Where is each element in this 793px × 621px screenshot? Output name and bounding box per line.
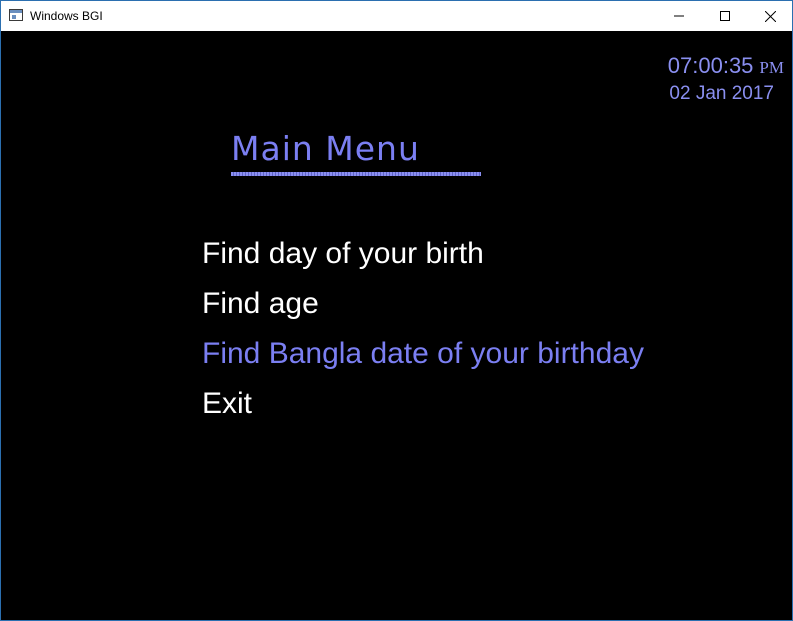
canvas-area: 07:00:35 PM 02 Jan 2017 Main Menu Find da… [1, 31, 792, 620]
clock: 07:00:35 PM [668, 53, 784, 79]
bgi-window: Windows BGI 07:00:35 PM 02 Jan 2017 Main … [0, 0, 793, 621]
clock-time: 07:00:35 [667, 53, 754, 78]
maximize-icon [720, 11, 730, 21]
main-menu-list: Find day of your birth Find age Find Ban… [202, 229, 644, 429]
title-underline [231, 172, 481, 176]
maximize-button[interactable] [702, 1, 748, 31]
clock-ampm: PM [759, 58, 784, 77]
minimize-icon [674, 15, 684, 17]
close-icon [764, 10, 776, 22]
window-title: Windows BGI [30, 9, 103, 23]
app-window-icon [9, 9, 23, 21]
minimize-button[interactable] [656, 1, 702, 31]
menu-item-find-bangla-date[interactable]: Find Bangla date of your birthday [202, 329, 644, 379]
clock-date: 02 Jan 2017 [669, 83, 774, 104]
menu-item-exit[interactable]: Exit [202, 379, 644, 429]
menu-item-find-day-of-birth[interactable]: Find day of your birth [202, 229, 644, 279]
title-bar[interactable]: Windows BGI [1, 1, 792, 31]
close-button[interactable] [747, 1, 793, 31]
menu-item-find-age[interactable]: Find age [202, 279, 644, 329]
page-title: Main Menu [231, 129, 420, 168]
